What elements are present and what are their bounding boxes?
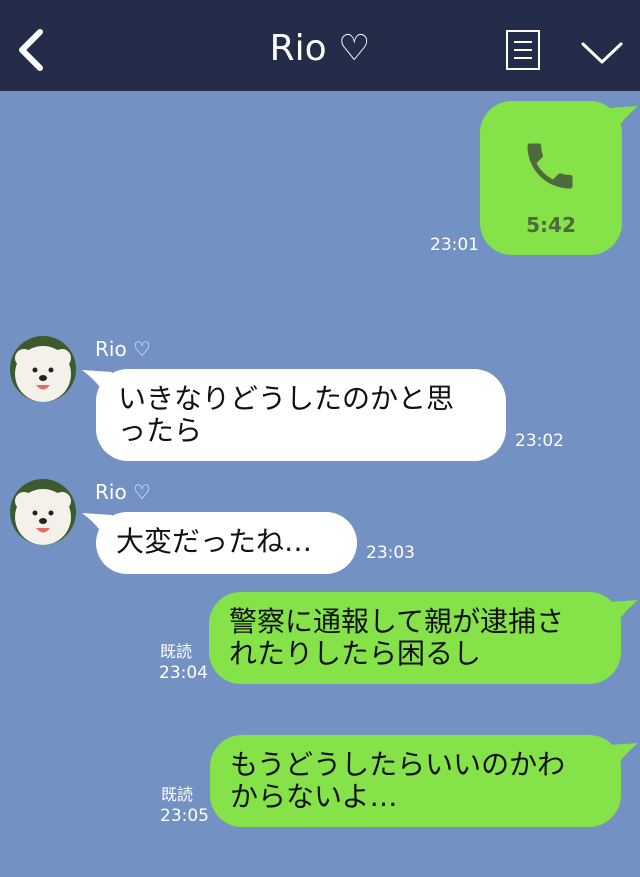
message-text: ったら (118, 414, 203, 447)
dog-avatar-icon (10, 479, 76, 545)
read-receipt: 既読 (161, 785, 194, 804)
message-time: 23:04 (159, 663, 208, 683)
phone-icon (527, 143, 573, 189)
read-receipt: 既読 (160, 642, 193, 661)
received-message-bubble[interactable]: 大変だったね… (96, 512, 357, 574)
call-duration: 5:42 (526, 213, 576, 237)
avatar[interactable] (10, 336, 76, 402)
message-text: からないよ… (230, 780, 398, 813)
message-time: 23:02 (515, 431, 564, 451)
message-time: 23:01 (430, 235, 479, 255)
call-bubble[interactable]: 5:42 (480, 101, 622, 255)
chat-header: Rio ♡ (0, 0, 640, 91)
message-text: れたりしたら困るし (229, 637, 482, 670)
message-text: もうどうしたらいいのかわ (230, 748, 566, 781)
message-text: いきなりどうしたのかと思 (118, 382, 455, 415)
received-message-bubble[interactable]: いきなりどうしたのかと思 ったら (96, 369, 506, 461)
sent-message-bubble[interactable]: もうどうしたらいいのかわ からないよ… (210, 735, 621, 827)
dog-avatar-icon (10, 336, 76, 402)
sender-name: Rio ♡ (95, 337, 151, 361)
chevron-down-icon[interactable] (580, 38, 624, 68)
message-time: 23:03 (366, 543, 415, 563)
note-icon[interactable] (506, 30, 540, 70)
message-text: 警察に通報して親が逮捕さ (229, 605, 565, 638)
avatar[interactable] (10, 479, 76, 545)
message-time: 23:05 (160, 806, 209, 826)
sender-name: Rio ♡ (95, 480, 151, 504)
chat-title: Rio ♡ (269, 28, 371, 69)
message-text: 大変だったね… (116, 525, 313, 558)
sent-message-bubble[interactable]: 警察に通報して親が逮捕さ れたりしたら困るし (209, 592, 621, 684)
